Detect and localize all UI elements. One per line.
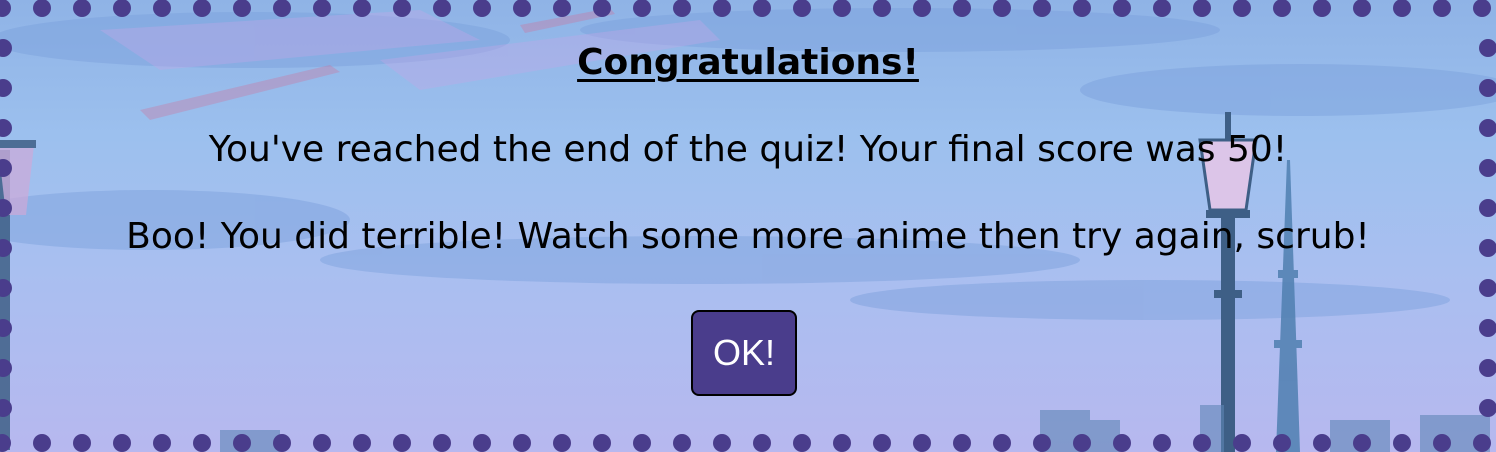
end-of-quiz-modal: Congratulations! You've reached the end … <box>0 0 1496 452</box>
ok-button[interactable]: OK! <box>691 310 797 396</box>
modal-title: Congratulations! <box>577 42 919 83</box>
final-score-message: You've reached the end of the quiz! Your… <box>208 129 1288 170</box>
verdict-message: Boo! You did terrible! Watch some more a… <box>126 216 1370 257</box>
